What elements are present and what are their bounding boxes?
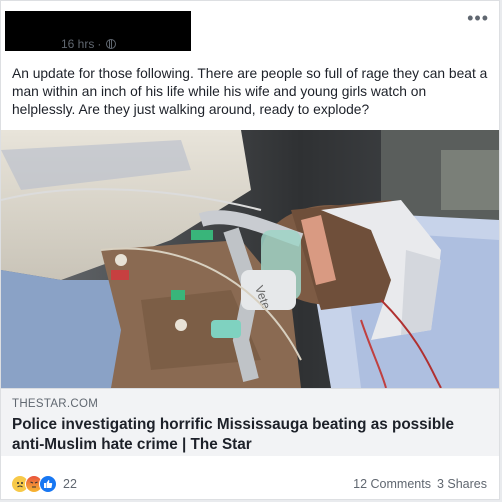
link-domain: THESTAR.COM — [12, 398, 99, 410]
hospital-photo: Vete — [1, 130, 499, 388]
post-footer: 22 12 Comments 3 Shares — [1, 455, 499, 501]
link-preview[interactable]: THESTAR.COM Police investigating horrifi… — [1, 388, 499, 456]
reaction-summary[interactable]: 22 — [11, 475, 77, 493]
shares-count[interactable]: 3 Shares — [437, 477, 487, 491]
post-card: 16 hrs · ••• An update for those followi… — [0, 0, 500, 500]
post-timestamp[interactable]: 16 hrs — [61, 37, 94, 51]
meta-separator: · — [97, 37, 102, 51]
globe-icon[interactable] — [106, 39, 117, 49]
like-reaction-icon — [39, 475, 57, 493]
engagement-stats: 12 Comments 3 Shares — [353, 477, 487, 491]
link-headline[interactable]: Police investigating horrific Mississaug… — [12, 415, 490, 455]
more-options-icon[interactable]: ••• — [467, 9, 489, 27]
post-text: An update for those following. There are… — [12, 66, 488, 117]
reaction-count[interactable]: 22 — [63, 477, 77, 491]
link-preview-image[interactable]: Vete — [1, 130, 499, 388]
post-meta: 16 hrs · — [61, 37, 117, 51]
comments-count[interactable]: 12 Comments — [353, 477, 431, 491]
